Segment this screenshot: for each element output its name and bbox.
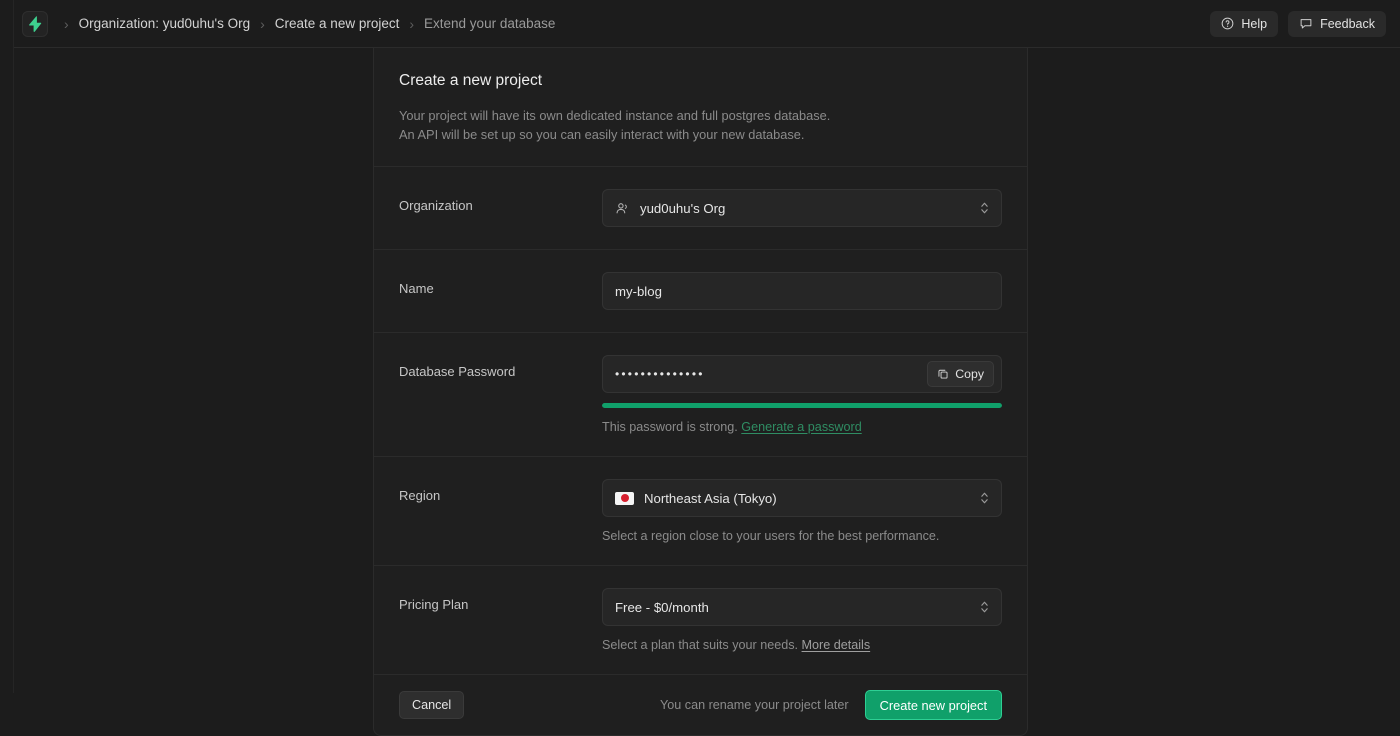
breadcrumb-item-organization[interactable]: Organization: yud0uhu's Org (79, 16, 250, 31)
region-value: Northeast Asia (Tokyo) (644, 490, 777, 506)
password-hint: This password is strong. Generate a pass… (602, 420, 1002, 434)
card-footer: Cancel You can rename your project later… (374, 675, 1027, 735)
database-password-label: Database Password (399, 364, 516, 380)
name-row: Name my-blog (374, 250, 1027, 332)
project-name-input[interactable]: my-blog (602, 272, 1002, 311)
breadcrumb-item-create-project[interactable]: Create a new project (275, 16, 400, 31)
breadcrumb: › Organization: yud0uhu's Org › Create a… (54, 16, 555, 31)
left-rail (0, 0, 14, 693)
breadcrumb-item-extend-database[interactable]: Extend your database (424, 16, 555, 31)
top-navigation-bar: › Organization: yud0uhu's Org › Create a… (14, 0, 1400, 48)
organization-select[interactable]: yud0uhu's Org (602, 189, 1002, 228)
feedback-label: Feedback (1320, 16, 1375, 31)
more-details-link[interactable]: More details (802, 638, 871, 652)
card-subtitle-line-1: Your project will have its own dedicated… (399, 108, 831, 123)
database-password-value: •••••••••••••• (615, 367, 705, 382)
supabase-logo[interactable] (22, 10, 48, 37)
page-title: Create a new project (399, 72, 543, 89)
chevron-updown-icon (979, 490, 990, 506)
card-subtitle: Your project will have its own dedicated… (399, 107, 1002, 144)
card-header: Create a new project Your project will h… (374, 48, 1027, 166)
organization-value: yud0uhu's Org (640, 200, 726, 216)
breadcrumb-separator: › (260, 15, 265, 32)
organization-row: Organization yud0uhu's Org (374, 167, 1027, 249)
region-select[interactable]: Northeast Asia (Tokyo) (602, 479, 1002, 518)
feedback-button[interactable]: Feedback (1288, 10, 1386, 37)
name-label: Name (399, 281, 434, 297)
database-password-input[interactable]: •••••••••••••• Copy (602, 355, 1002, 394)
breadcrumb-separator: › (409, 15, 415, 32)
region-hint: Select a region close to your users for … (602, 529, 940, 544)
create-new-project-button[interactable]: Create new project (864, 690, 1002, 721)
pricing-plan-label: Pricing Plan (399, 597, 469, 613)
pricing-plan-row: Pricing Plan Free - $0/month Select a pl… (374, 566, 1027, 674)
create-project-card: Create a new project Your project will h… (373, 48, 1028, 736)
topbar-actions: Help Feedback (1210, 10, 1386, 37)
password-strength-fill (602, 403, 1002, 409)
pricing-plan-hint-text: Select a plan that suits your needs. (602, 638, 799, 653)
password-hint-text: This password is strong. (602, 420, 738, 435)
region-row: Region Northeast Asia (Tokyo) Select a r… (374, 457, 1027, 565)
copy-password-button[interactable]: Copy (927, 361, 994, 388)
question-circle-icon (1222, 17, 1234, 30)
copy-icon (938, 369, 948, 379)
pricing-plan-select[interactable]: Free - $0/month (602, 588, 1002, 627)
cancel-button[interactable]: Cancel (399, 691, 465, 720)
copy-password-label: Copy (955, 367, 984, 382)
chat-bubble-icon (1300, 19, 1312, 29)
region-label: Region (399, 488, 441, 504)
lightning-bolt-icon (29, 15, 42, 32)
help-label: Help (1241, 16, 1268, 31)
users-icon (615, 201, 630, 216)
organization-label: Organization (399, 198, 473, 214)
database-password-row: Database Password •••••••••••••• Copy Th… (374, 333, 1027, 456)
project-name-value: my-blog (615, 283, 662, 299)
japan-flag-icon (615, 491, 634, 505)
chevron-updown-icon (979, 599, 990, 615)
help-button[interactable]: Help (1210, 10, 1279, 37)
card-subtitle-line-2: An API will be set up so you can easily … (399, 126, 805, 142)
rename-note: You can rename your project later (660, 698, 849, 713)
password-strength-track (602, 403, 1002, 409)
pricing-plan-value: Free - $0/month (615, 599, 709, 615)
pricing-plan-hint: Select a plan that suits your needs. Mor… (602, 638, 1002, 652)
chevron-updown-icon (979, 200, 990, 216)
generate-password-link[interactable]: Generate a password (741, 420, 861, 434)
breadcrumb-separator: › (64, 15, 69, 32)
